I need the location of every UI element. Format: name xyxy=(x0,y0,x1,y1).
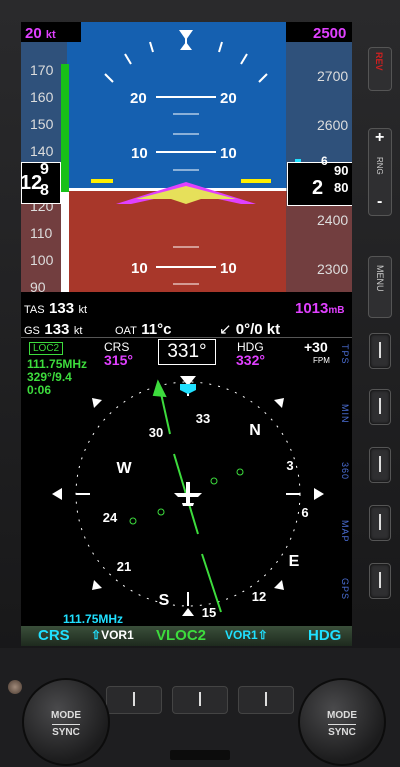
compass-rose: 33 N 3 6 E 12 15 S 21 24 W 30 xyxy=(52,376,324,620)
speed-tick-170: 170 xyxy=(30,62,54,78)
speed-tick-140: 140 xyxy=(30,143,54,159)
softkey-vor1-right[interactable]: VOR1⇧ xyxy=(225,628,268,642)
altitude-bug-value: 2500 xyxy=(313,25,347,42)
pitch-label-m10-right: 10 xyxy=(220,260,237,277)
label-360: 360 xyxy=(340,462,350,481)
crs-value: 315° xyxy=(104,352,133,368)
range-rocker[interactable]: + RNG - xyxy=(368,128,392,216)
compass-6: 6 xyxy=(301,505,308,520)
softkey-hdg[interactable]: HDG xyxy=(308,627,341,644)
pitch-label-20-right: 20 xyxy=(220,90,237,107)
pitch-label-10-right: 10 xyxy=(220,145,237,162)
side-button-2[interactable] xyxy=(369,389,391,425)
label-gps: GPS xyxy=(340,578,350,601)
altitude-readout-box: 6 2 90 80 xyxy=(287,154,352,206)
compass-12: 12 xyxy=(252,589,266,604)
sd-card-slot xyxy=(170,750,230,760)
nav-source-box: LOC2 xyxy=(29,342,64,355)
wind-readout: ↙ 0°/0 kt xyxy=(219,321,281,338)
speed-green-arc xyxy=(61,64,69,192)
compass-3: 3 xyxy=(286,458,293,473)
speed-tick-160: 160 xyxy=(30,89,54,105)
compass-S: S xyxy=(159,592,170,609)
speed-bug-value: 20 kt xyxy=(25,25,56,42)
light-sensor xyxy=(8,680,22,694)
right-mode-sync-knob[interactable]: MODE SYNC xyxy=(298,678,386,766)
side-button-1[interactable] xyxy=(369,333,391,369)
compass-15: 15 xyxy=(202,605,216,620)
compass-N: N xyxy=(249,422,261,439)
compass-21: 21 xyxy=(117,559,131,574)
aircraft-symbol xyxy=(91,179,271,204)
airspeed-readout-box: 12 9 8 xyxy=(21,161,61,204)
compass-30: 30 xyxy=(149,425,163,440)
pitch-label-m10-left: 10 xyxy=(131,260,148,277)
tas-readout: TAS 133 kt xyxy=(24,300,88,317)
alt-tick-2700: 2700 xyxy=(317,68,349,84)
speed-tick-100: 100 xyxy=(30,252,54,268)
softkey-vloc2[interactable]: VLOC2 xyxy=(156,627,206,644)
compass-E: E xyxy=(289,553,300,570)
vs-value: +30 xyxy=(304,339,328,355)
alt-tick-2400: 2400 xyxy=(317,212,349,228)
label-tps: TPS xyxy=(340,344,350,365)
baro-readout: 1013mB xyxy=(295,300,345,317)
bottom-softkey-right[interactable] xyxy=(238,686,294,714)
compass-33: 33 xyxy=(196,411,210,426)
alt-tick-2600: 2600 xyxy=(317,117,349,133)
bottom-frequency: 111.75MHz xyxy=(63,612,124,626)
pitch-label-20-left: 20 xyxy=(130,90,147,107)
side-button-4[interactable] xyxy=(369,505,391,541)
speed-tick-150: 150 xyxy=(30,116,54,132)
alt-tick-2300: 2300 xyxy=(317,261,349,277)
label-min: MIN xyxy=(340,404,350,424)
side-button-5[interactable] xyxy=(369,563,391,599)
pfd-screen: 20 20 10 10 10 10 20 kt 170 160 150 140 … xyxy=(21,22,352,646)
hdg-value: 332° xyxy=(236,352,265,368)
label-map: MAP xyxy=(340,520,350,543)
rev-button[interactable]: REV xyxy=(368,47,392,91)
speed-white-arc xyxy=(61,192,69,292)
range-minus[interactable]: - xyxy=(377,193,382,211)
bottom-softkey-left[interactable] xyxy=(106,686,162,714)
bottom-softkey-center[interactable] xyxy=(172,686,228,714)
softkey-vor1-left[interactable]: ⇧VOR1 xyxy=(91,628,134,642)
compass-W: W xyxy=(116,460,132,477)
pitch-ladder: 20 20 10 10 10 10 xyxy=(130,90,237,285)
heading-readout: 331° xyxy=(158,339,216,365)
menu-button[interactable]: MENU xyxy=(368,256,392,318)
compass-24: 24 xyxy=(103,510,118,525)
softkey-crs[interactable]: CRS xyxy=(38,627,70,644)
left-mode-sync-knob[interactable]: MODE SYNC xyxy=(22,678,110,766)
pitch-label-10-left: 10 xyxy=(131,145,148,162)
vs-unit: FPM xyxy=(313,356,330,365)
speed-tick-110: 110 xyxy=(30,225,53,241)
pfd-data-strip: TAS 133 kt GS 133 kt OAT 11°c ↙ 0°/0 kt … xyxy=(21,292,352,338)
range-plus[interactable]: + xyxy=(375,129,384,147)
side-button-3[interactable] xyxy=(369,447,391,483)
